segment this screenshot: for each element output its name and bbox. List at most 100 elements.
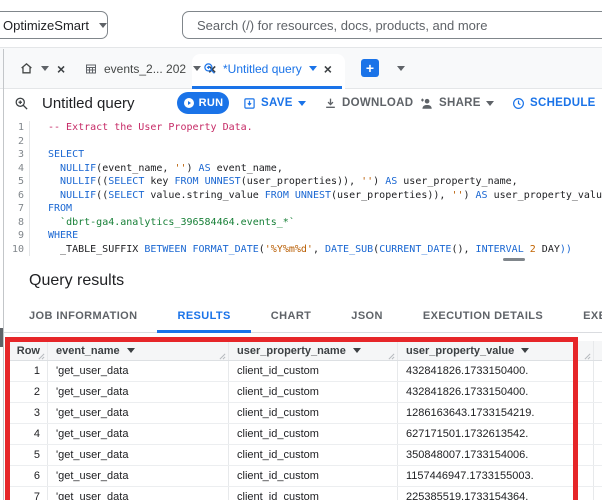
- code-line[interactable]: 8 `dbrt-ga4.analytics_396584464.events_*…: [4, 215, 602, 230]
- chevron-down-icon[interactable]: [397, 66, 405, 71]
- chevron-down-icon[interactable]: [485, 100, 494, 106]
- table-row[interactable]: 1'get_user_data client_id_custom 432841826…: [10, 361, 602, 382]
- column-header[interactable]: event_name: [48, 341, 229, 360]
- code-token: AS: [385, 176, 398, 187]
- line-number: 8: [17, 216, 24, 228]
- scrollbar-thumb[interactable]: [0, 328, 3, 347]
- sort-caret-icon[interactable]: [521, 348, 530, 353]
- play-icon: [183, 97, 195, 109]
- code-line[interactable]: 9 WHERE: [4, 229, 602, 243]
- column-resize-handle[interactable]: [584, 351, 591, 360]
- code-token: )): [559, 243, 572, 255]
- table-cell: client_id_custom: [229, 403, 398, 423]
- run-button[interactable]: RUN: [177, 92, 229, 114]
- code-token: NULLIF: [60, 176, 97, 187]
- sql-editor[interactable]: 1 -- Extract the User Property Data. 2 3 SEL…: [4, 117, 602, 257]
- table-row[interactable]: 2'get_user_data client_id_custom 432841826…: [10, 382, 602, 403]
- column-header[interactable]: user_property_value: [398, 341, 594, 360]
- schedule-label: SCHEDULE: [530, 97, 596, 109]
- chevron-down-icon[interactable]: [297, 100, 306, 106]
- line-number: 9: [17, 230, 24, 241]
- tab-events-table[interactable]: events_2... 202 ×: [85, 48, 216, 89]
- table-cell: 225385519.1733154364.: [398, 487, 594, 500]
- table-cell: 7: [10, 487, 48, 500]
- code-line[interactable]: 1 -- Extract the User Property Data.: [4, 121, 602, 135]
- code-text: NULLIF((SELECT value.string_value FROM U…: [30, 189, 602, 203]
- table-cell: [594, 403, 602, 423]
- line-number: 5: [17, 176, 24, 187]
- table-cell: client_id_custom: [229, 487, 398, 500]
- home-tab[interactable]: ×: [20, 48, 65, 89]
- results-tab-job-information[interactable]: JOB INFORMATION: [9, 301, 157, 333]
- new-query-button[interactable]: +: [361, 59, 379, 77]
- code-text: WHERE: [30, 229, 78, 243]
- code-line[interactable]: 3 SELECT: [4, 148, 602, 162]
- code-text: NULLIF((SELECT key FROM UNNEST(user_prop…: [30, 175, 518, 189]
- search-input[interactable]: Search (/) for resources, docs, products…: [182, 11, 602, 39]
- save-button[interactable]: SAVE: [243, 89, 306, 117]
- chevron-down-icon[interactable]: [41, 66, 49, 71]
- line-number: 7: [17, 203, 24, 214]
- close-icon[interactable]: ×: [57, 62, 65, 76]
- panel-resize-handle[interactable]: [503, 258, 525, 261]
- chevron-down-icon[interactable]: [308, 66, 317, 71]
- table-cell: [594, 466, 602, 486]
- download-button[interactable]: DOWNLOAD: [324, 89, 413, 117]
- project-selector[interactable]: OptimizeSmart: [0, 11, 108, 39]
- table-cell: 2: [10, 382, 48, 402]
- results-tab-chart[interactable]: CHART: [251, 301, 332, 333]
- code-token: ((: [96, 189, 109, 201]
- results-table: Row event_name user_property_name user_prop…: [10, 341, 602, 500]
- code-line[interactable]: 6 NULLIF((SELECT value.string_value FROM…: [4, 188, 602, 203]
- download-label: DOWNLOAD: [342, 97, 414, 109]
- table-row[interactable]: 6'get_user_data client_id_custom 115744694…: [10, 466, 602, 487]
- tab-label: *Untitled query: [223, 61, 302, 76]
- tab-untitled-query[interactable]: *Untitled query ×: [203, 48, 332, 89]
- table-row[interactable]: 5'get_user_data client_id_custom 350848007…: [10, 445, 602, 466]
- table-row[interactable]: 3'get_user_data client_id_custom 128616364…: [10, 403, 602, 424]
- results-tab-execution-details[interactable]: EXECUTION DETAILS: [403, 301, 563, 333]
- code-line[interactable]: 4 NULLIF(event_name, '') AS event_name,: [4, 161, 602, 175]
- results-tab-execution-graph[interactable]: EXECUTION GRAPH: [563, 301, 602, 333]
- table-cell: 4: [10, 424, 48, 444]
- table-row[interactable]: 4'get_user_data client_id_custom 627171501…: [10, 424, 602, 445]
- schedule-button[interactable]: SCHEDULE: [512, 89, 596, 117]
- results-tab-results[interactable]: RESULTS: [157, 301, 251, 333]
- code-text: FROM: [30, 202, 72, 216]
- share-label: SHARE: [439, 97, 481, 109]
- code-token: ): [463, 189, 476, 201]
- column-header[interactable]: Row: [10, 341, 48, 360]
- column-resize-handle[interactable]: [388, 351, 395, 360]
- sort-caret-icon[interactable]: [352, 348, 361, 353]
- code-line[interactable]: 2: [4, 134, 602, 148]
- sort-caret-icon[interactable]: [126, 348, 135, 353]
- editor-tab-strip: × events_2... 202 × *Untitled query × +: [0, 48, 602, 89]
- code-text: `dbrt-ga4.analytics_396584464.events_*`: [30, 216, 295, 230]
- save-icon: [243, 97, 256, 110]
- code-token: FROM: [174, 176, 199, 187]
- code-token: FORMAT_DATE: [192, 243, 259, 255]
- results-tab-json[interactable]: JSON: [331, 301, 403, 333]
- line-number: 3: [17, 149, 24, 160]
- code-text: -- Extract the User Property Data.: [30, 121, 253, 135]
- table-row[interactable]: 7'get_user_data client_id_custom 225385519…: [10, 487, 602, 500]
- close-icon[interactable]: ×: [324, 62, 332, 76]
- code-line[interactable]: 10 _TABLE_SUFFIX BETWEEN FORMAT_DATE('%Y…: [4, 242, 602, 256]
- line-number: 4: [17, 162, 24, 174]
- code-token: event_name,: [210, 162, 283, 174]
- query-results-heading: Query results: [29, 272, 125, 289]
- code-token: (event_name,: [96, 162, 175, 174]
- code-token: -- Extract the User Property Data.: [48, 122, 253, 133]
- code-token: _TABLE_SUFFIX: [48, 243, 145, 255]
- code-line[interactable]: 7 FROM: [4, 202, 602, 216]
- bigquery-console: OptimizeSmart Search (/) for resources, …: [0, 0, 602, 500]
- column-header[interactable]: user_property_name: [229, 341, 398, 360]
- home-icon[interactable]: [20, 62, 33, 75]
- share-button[interactable]: SHARE: [419, 89, 494, 117]
- code-line[interactable]: 5 NULLIF((SELECT key FROM UNNEST(user_pr…: [4, 175, 602, 189]
- column-resize-handle[interactable]: [38, 351, 45, 360]
- chevron-down-icon[interactable]: [193, 66, 202, 71]
- column-header-label: user_property_name: [237, 344, 346, 357]
- column-resize-handle[interactable]: [219, 351, 226, 360]
